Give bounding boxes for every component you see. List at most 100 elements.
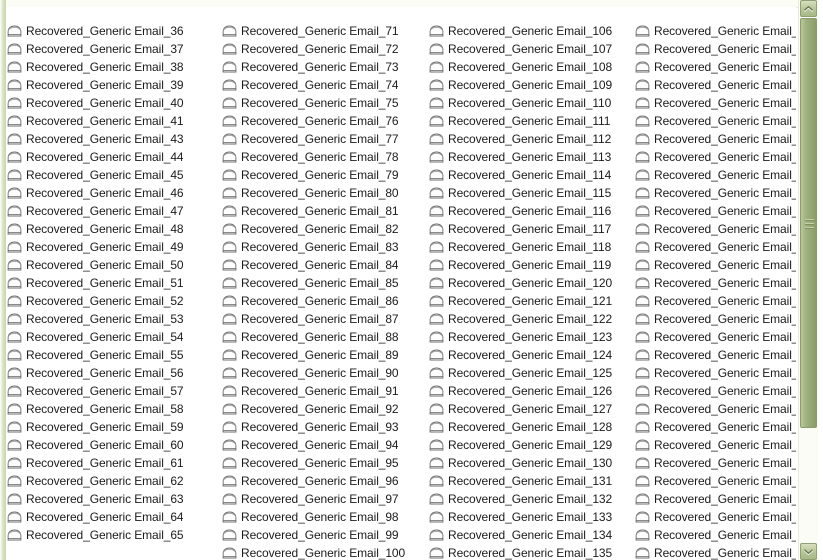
list-item[interactable]: Recovered_Generic Email_64 — [6, 508, 216, 526]
list-item[interactable]: Recovered_Generic Email_152 — [634, 220, 796, 238]
list-item[interactable]: Recovered_Generic Email_155 — [634, 274, 796, 292]
list-item[interactable]: Recovered_Generic Email_89 — [221, 346, 431, 364]
list-item[interactable]: Recovered_Generic Email_121 — [428, 292, 638, 310]
list-item[interactable]: Recovered_Generic Email_43 — [6, 130, 216, 148]
list-item[interactable]: Recovered_Generic Email_128 — [428, 418, 638, 436]
list-item[interactable]: Recovered_Generic Email_163 — [634, 418, 796, 436]
list-item[interactable]: Recovered_Generic Email_97 — [221, 490, 431, 508]
scrollbar-thumb[interactable] — [800, 18, 817, 428]
list-item[interactable]: Recovered_Generic Email_63 — [6, 490, 216, 508]
list-item[interactable]: Recovered_Generic Email_156 — [634, 292, 796, 310]
list-item[interactable]: Recovered_Generic Email_77 — [221, 130, 431, 148]
list-item[interactable]: Recovered_Generic Email_53 — [6, 310, 216, 328]
list-item[interactable]: Recovered_Generic Email_125 — [428, 364, 638, 382]
list-item[interactable]: Recovered_Generic Email_96 — [221, 472, 431, 490]
list-item[interactable]: Recovered_Generic Email_47 — [6, 202, 216, 220]
vertical-scrollbar[interactable] — [798, 0, 818, 560]
list-item[interactable]: Recovered_Generic Email_49 — [6, 238, 216, 256]
list-item[interactable]: Recovered_Generic Email_74 — [221, 76, 431, 94]
list-item[interactable]: Recovered_Generic Email_52 — [6, 292, 216, 310]
list-item[interactable]: Recovered_Generic Email_165 — [634, 454, 796, 472]
list-item[interactable]: Recovered_Generic Email_87 — [221, 310, 431, 328]
list-item[interactable]: Recovered_Generic Email_109 — [428, 76, 638, 94]
list-item[interactable]: Recovered_Generic Email_107 — [428, 40, 638, 58]
list-item[interactable]: Recovered_Generic Email_84 — [221, 256, 431, 274]
list-item[interactable]: Recovered_Generic Email_73 — [221, 58, 431, 76]
list-item[interactable]: Recovered_Generic Email_72 — [221, 40, 431, 58]
list-item[interactable]: Recovered_Generic Email_65 — [6, 526, 216, 544]
list-item[interactable]: Recovered_Generic Email_151 — [634, 202, 796, 220]
list-item[interactable]: Recovered_Generic Email_51 — [6, 274, 216, 292]
list-item[interactable]: Recovered_Generic Email_113 — [428, 148, 638, 166]
list-item[interactable]: Recovered_Generic Email_61 — [6, 454, 216, 472]
list-item[interactable]: Recovered_Generic Email_76 — [221, 112, 431, 130]
list-item[interactable]: Recovered_Generic Email_85 — [221, 274, 431, 292]
list-item[interactable]: Recovered_Generic Email_110 — [428, 94, 638, 112]
list-item[interactable]: Recovered_Generic Email_60 — [6, 436, 216, 454]
list-item[interactable]: Recovered_Generic Email_116 — [428, 202, 638, 220]
list-item[interactable]: Recovered_Generic Email_54 — [6, 328, 216, 346]
list-item[interactable]: Recovered_Generic Email_81 — [221, 202, 431, 220]
list-item[interactable]: Recovered_Generic Email_168 — [634, 508, 796, 526]
list-item[interactable]: Recovered_Generic Email_71 — [221, 22, 431, 40]
file-list-viewport[interactable]: Recovered_Generic Email_36 Recovered_Gene… — [6, 22, 796, 560]
list-item[interactable]: Recovered_Generic Email_100 — [221, 544, 431, 560]
list-item[interactable]: Recovered_Generic Email_124 — [428, 346, 638, 364]
list-item[interactable]: Recovered_Generic Email_153 — [634, 238, 796, 256]
list-item[interactable]: Recovered_Generic Email_146 — [634, 112, 796, 130]
list-item[interactable]: Recovered_Generic Email_147 — [634, 130, 796, 148]
list-item[interactable]: Recovered_Generic Email_58 — [6, 400, 216, 418]
list-item[interactable]: Recovered_Generic Email_134 — [428, 526, 638, 544]
list-item[interactable]: Recovered_Generic Email_37 — [6, 40, 216, 58]
list-item[interactable]: Recovered_Generic Email_80 — [221, 184, 431, 202]
list-item[interactable]: Recovered_Generic Email_132 — [428, 490, 638, 508]
list-item[interactable]: Recovered_Generic Email_83 — [221, 238, 431, 256]
list-item[interactable]: Recovered_Generic Email_106 — [428, 22, 638, 40]
list-item[interactable]: Recovered_Generic Email_133 — [428, 508, 638, 526]
scroll-down-button[interactable] — [800, 543, 817, 560]
list-item[interactable]: Recovered_Generic Email_62 — [6, 472, 216, 490]
list-item[interactable]: Recovered_Generic Email_141 — [634, 22, 796, 40]
list-item[interactable]: Recovered_Generic Email_82 — [221, 220, 431, 238]
list-item[interactable]: Recovered_Generic Email_45 — [6, 166, 216, 184]
list-item[interactable]: Recovered_Generic Email_59 — [6, 418, 216, 436]
list-item[interactable]: Recovered_Generic Email_131 — [428, 472, 638, 490]
list-item[interactable]: Recovered_Generic Email_167 — [634, 490, 796, 508]
list-item[interactable]: Recovered_Generic Email_57 — [6, 382, 216, 400]
list-item[interactable]: Recovered_Generic Email_126 — [428, 382, 638, 400]
list-item[interactable]: Recovered_Generic Email_55 — [6, 346, 216, 364]
list-item[interactable]: Recovered_Generic Email_169 — [634, 526, 796, 544]
list-item[interactable]: Recovered_Generic Email_145 — [634, 94, 796, 112]
list-item[interactable]: Recovered_Generic Email_79 — [221, 166, 431, 184]
list-item[interactable]: Recovered_Generic Email_162 — [634, 400, 796, 418]
list-item[interactable]: Recovered_Generic Email_90 — [221, 364, 431, 382]
list-item[interactable]: Recovered_Generic Email_130 — [428, 454, 638, 472]
list-item[interactable]: Recovered_Generic Email_75 — [221, 94, 431, 112]
list-item[interactable]: Recovered_Generic Email_93 — [221, 418, 431, 436]
list-item[interactable]: Recovered_Generic Email_164 — [634, 436, 796, 454]
list-item[interactable]: Recovered_Generic Email_88 — [221, 328, 431, 346]
list-item[interactable]: Recovered_Generic Email_157 — [634, 310, 796, 328]
list-item[interactable]: Recovered_Generic Email_40 — [6, 94, 216, 112]
list-item[interactable]: Recovered_Generic Email_161 — [634, 382, 796, 400]
list-item[interactable]: Recovered_Generic Email_114 — [428, 166, 638, 184]
list-item[interactable]: Recovered_Generic Email_143 — [634, 58, 796, 76]
list-item[interactable]: Recovered_Generic Email_159 — [634, 346, 796, 364]
list-item[interactable]: Recovered_Generic Email_41 — [6, 112, 216, 130]
list-item[interactable]: Recovered_Generic Email_99 — [221, 526, 431, 544]
list-item[interactable]: Recovered_Generic Email_48 — [6, 220, 216, 238]
list-item[interactable]: Recovered_Generic Email_95 — [221, 454, 431, 472]
list-item[interactable]: Recovered_Generic Email_127 — [428, 400, 638, 418]
list-item[interactable]: Recovered_Generic Email_120 — [428, 274, 638, 292]
list-item[interactable]: Recovered_Generic Email_117 — [428, 220, 638, 238]
list-item[interactable]: Recovered_Generic Email_44 — [6, 148, 216, 166]
list-item[interactable]: Recovered_Generic Email_170 — [634, 544, 796, 560]
list-item[interactable]: Recovered_Generic Email_111 — [428, 112, 638, 130]
list-item[interactable]: Recovered_Generic Email_56 — [6, 364, 216, 382]
list-item[interactable]: Recovered_Generic Email_135 — [428, 544, 638, 560]
list-item[interactable]: Recovered_Generic Email_160 — [634, 364, 796, 382]
list-item[interactable]: Recovered_Generic Email_92 — [221, 400, 431, 418]
list-item[interactable]: Recovered_Generic Email_158 — [634, 328, 796, 346]
list-item[interactable]: Recovered_Generic Email_46 — [6, 184, 216, 202]
list-item[interactable]: Recovered_Generic Email_115 — [428, 184, 638, 202]
